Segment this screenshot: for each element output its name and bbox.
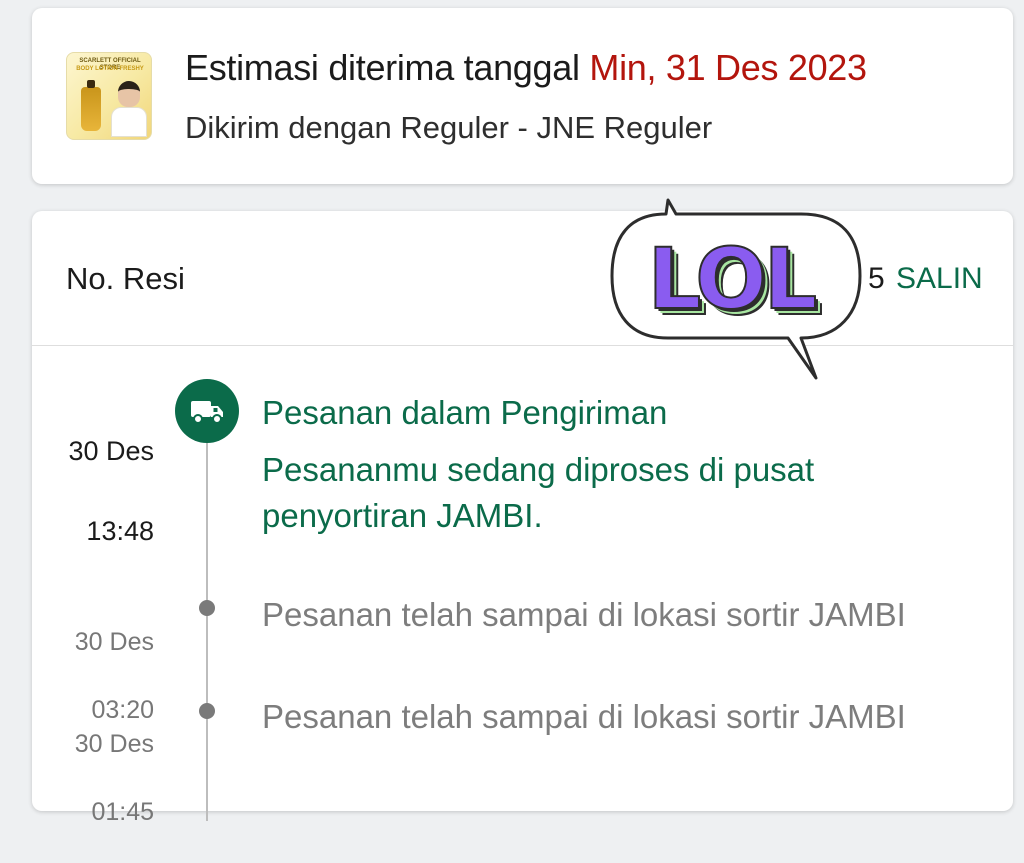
lotion-bottle-image: [81, 80, 101, 131]
resi-number: 5: [868, 262, 885, 295]
copy-resi-button[interactable]: SALIN: [896, 259, 983, 299]
event-1-title: Pesanan dalam Pengiriman: [262, 394, 668, 431]
eta-text: Estimasi diterima tanggal Min, 31 Des 20…: [185, 46, 867, 90]
thumbnail-product-text: BODY LOTION FRESHY: [76, 66, 144, 72]
timeline-dot: [199, 600, 215, 616]
event-3-title: Pesanan telah sampai di lokasi sortir JA…: [262, 698, 906, 735]
event-1-description: Pesananmu sedang diproses di pusat penyo…: [262, 451, 815, 534]
event-1-date: 30 Des: [68, 436, 154, 466]
event-1-timestamp: 30 Des 13:48: [30, 391, 154, 591]
sticker-text: LOL: [647, 230, 818, 328]
delivery-estimate-card: SCARLETT OFFICIAL STORE BODY LOTION FRES…: [32, 8, 1013, 184]
event-1-time: 13:48: [86, 516, 154, 546]
model-image: [111, 79, 147, 137]
resi-label: No. Resi: [66, 261, 185, 296]
eta-date: Min, 31 Des 2023: [589, 47, 867, 88]
timeline-line: [206, 421, 208, 821]
eta-label: Estimasi diterima tanggal: [185, 47, 580, 88]
event-3-date: 30 Des: [74, 730, 154, 758]
product-thumbnail[interactable]: SCARLETT OFFICIAL STORE BODY LOTION FRES…: [66, 52, 152, 140]
shipping-method: Dikirim dengan Reguler - JNE Reguler: [185, 110, 713, 145]
event-3-time: 01:45: [91, 798, 154, 826]
timeline-dot: [199, 703, 215, 719]
lol-sticker: LOL: [606, 196, 868, 384]
event-3-timestamp: 30 Des 01:45: [30, 693, 154, 863]
truck-icon: [175, 379, 239, 443]
event-2-date: 30 Des: [74, 628, 154, 656]
event-2-title: Pesanan telah sampai di lokasi sortir JA…: [262, 596, 906, 633]
